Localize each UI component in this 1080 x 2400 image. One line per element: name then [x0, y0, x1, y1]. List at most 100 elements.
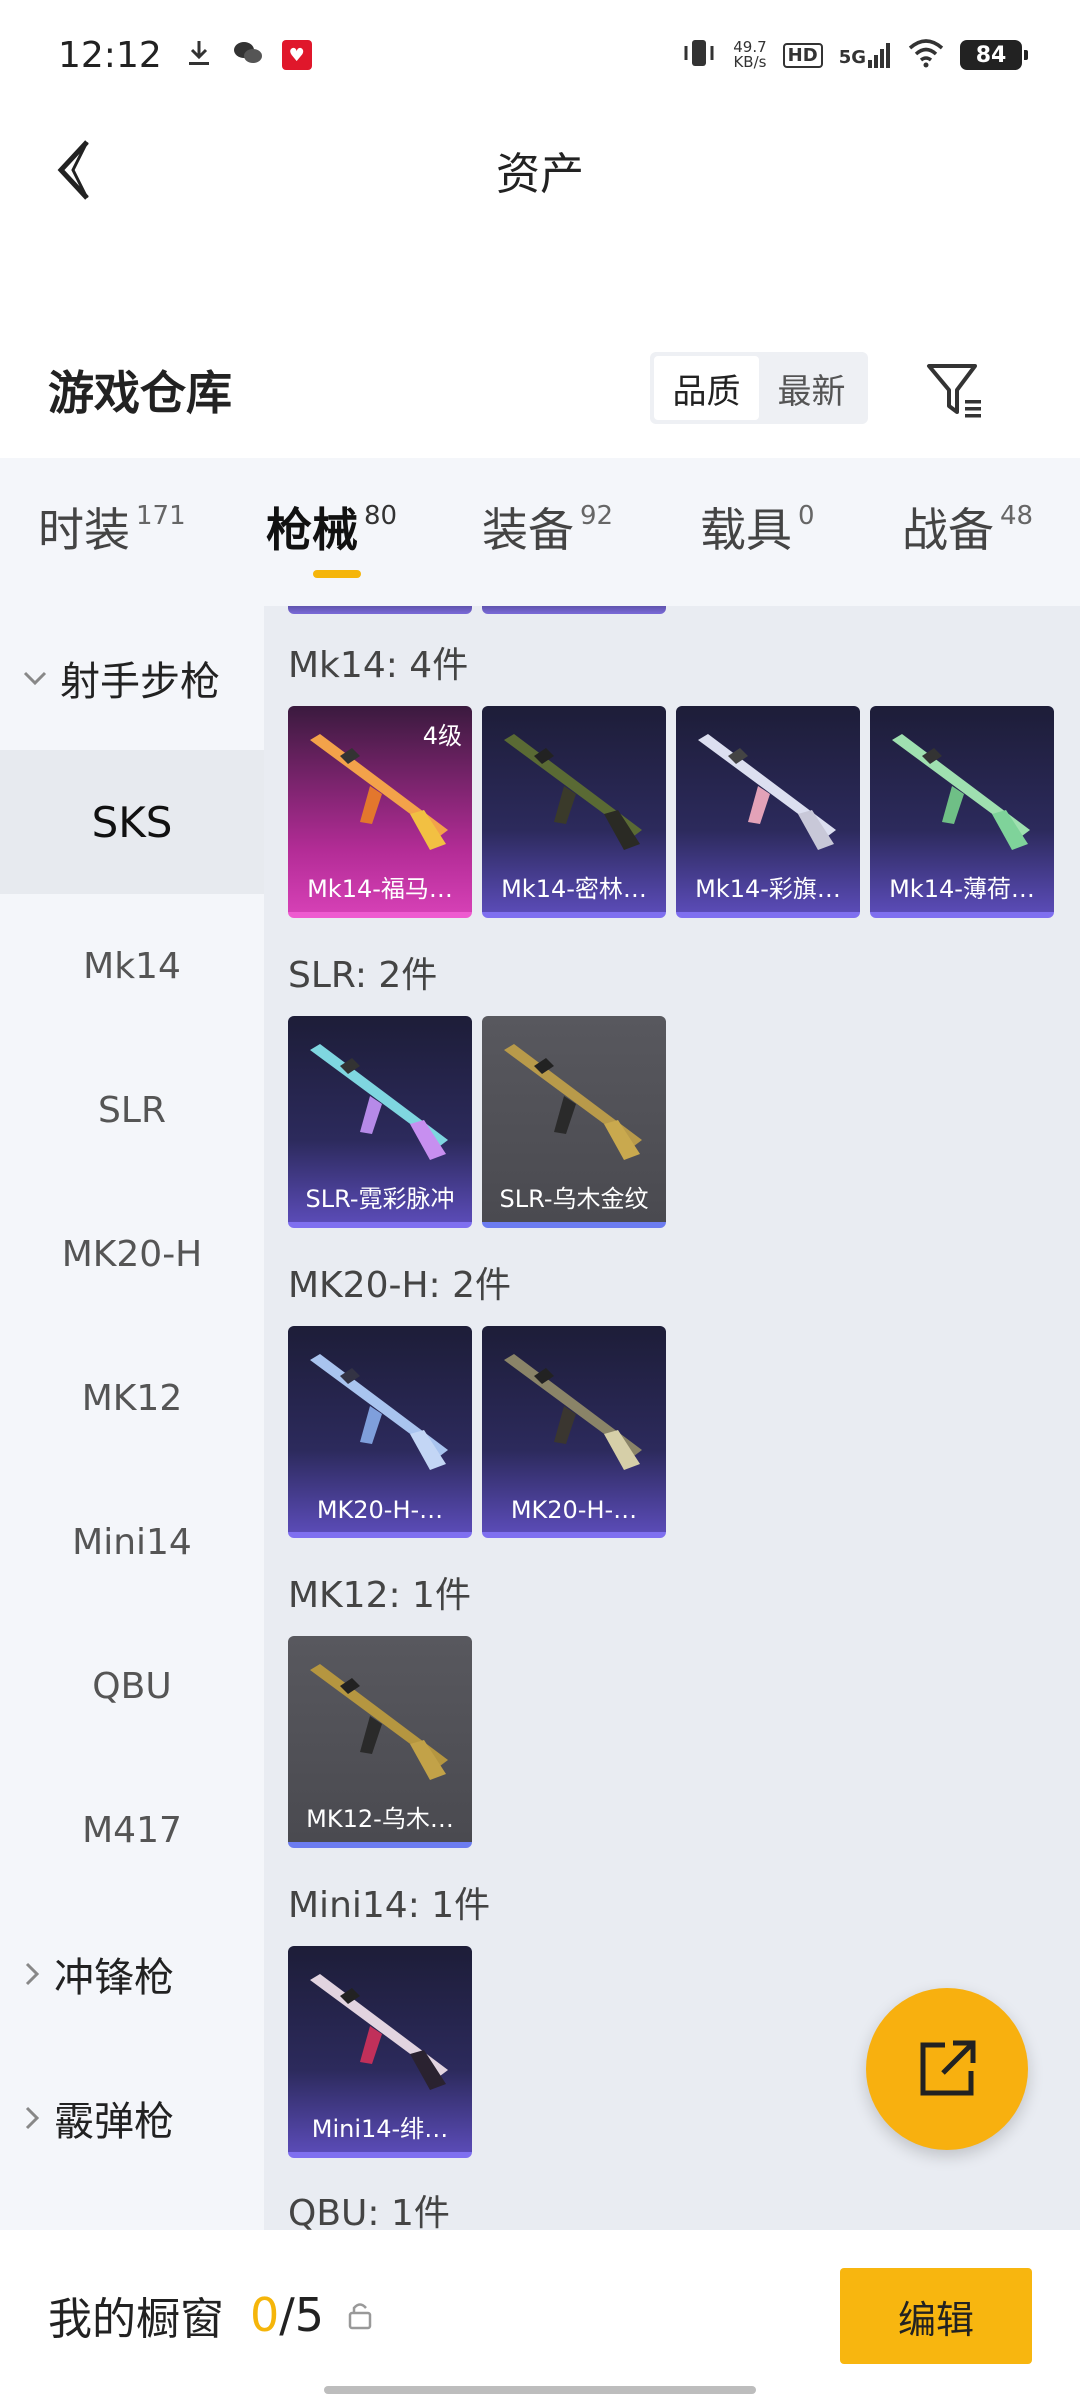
filter-button[interactable]: [920, 358, 990, 424]
battery-indicator: 84: [960, 40, 1028, 70]
rifle-icon: [504, 1354, 642, 1470]
tab-equipment[interactable]: 装备 92: [482, 494, 613, 560]
status-bar: 12:12 ♥ 49.7 KB/s HD 5G 84: [0, 0, 1080, 110]
weapon-card[interactable]: Mk14-密林…: [482, 706, 666, 918]
sidebar-group-shotguns[interactable]: 霰弹枪: [0, 2046, 264, 2190]
active-tab-indicator: [313, 570, 361, 578]
sidebar-group-marksman-rifles[interactable]: 射手步枪: [0, 606, 264, 750]
tab-supplies[interactable]: 战备 48: [902, 494, 1033, 560]
rifle-icon: [504, 1044, 642, 1160]
weapon-card[interactable]: Mk14-彩旗…: [676, 706, 860, 918]
tab-fashion[interactable]: 时装 171: [38, 494, 186, 560]
share-icon: [920, 2040, 976, 2096]
section-label-mini14: Mini14: 1件: [288, 1885, 491, 1926]
weapon-card[interactable]: Mk14-薄荷…: [870, 706, 1054, 918]
download-icon: [184, 38, 214, 72]
chevron-right-icon: [22, 1961, 42, 1987]
status-time: 12:12: [58, 34, 162, 76]
sort-option-latest[interactable]: 最新: [759, 356, 864, 420]
section-label-mk12: MK12: 1件: [288, 1575, 471, 1616]
section-cards-slr: SLR-霓彩脉冲 SLR-乌木金纹: [288, 1016, 666, 1228]
weapon-card[interactable]: MK20-H-…: [288, 1326, 472, 1538]
weapon-name: SLR-霓彩脉冲: [305, 1185, 455, 1213]
weapon-name: Mk14-密林…: [501, 875, 647, 903]
chevron-down-icon: [22, 668, 48, 688]
sort-toggle: 品质 最新: [650, 352, 868, 424]
filter-icon: [927, 364, 981, 418]
weapon-list: Mk14: 4件 4级 Mk14-福马… Mk14-密林… Mk14-彩旗… M…: [264, 606, 1080, 2230]
back-arrow-icon: [57, 140, 89, 200]
sidebar-group-label: 霰弹枪: [54, 2099, 174, 2145]
sidebar-group-label: 冲锋枪: [54, 1955, 174, 2001]
storage-header: 游戏仓库 品质 最新: [0, 330, 1080, 450]
sidebar-item-sks[interactable]: SKS: [0, 750, 264, 894]
section-cards-mk20h: MK20-H-… MK20-H-…: [288, 1326, 666, 1538]
sidebar-item-mk14[interactable]: Mk14: [0, 894, 264, 1038]
rifle-icon: [892, 734, 1030, 850]
sidebar-item-mini14[interactable]: Mini14: [0, 1470, 264, 1614]
weapon-category-sidebar: 射手步枪 SKS Mk14 SLR MK20-H MK12 Mini14 QBU…: [0, 606, 264, 2230]
previous-row-peek: [288, 606, 666, 614]
weapon-card-partial[interactable]: [288, 606, 472, 614]
weapon-card[interactable]: SLR-霓彩脉冲: [288, 1016, 472, 1228]
net-speed: 49.7 KB/s: [733, 38, 767, 71]
weapon-name: Mini14-绯…: [311, 2115, 449, 2143]
weapon-card[interactable]: 4级 Mk14-福马…: [288, 706, 472, 918]
sidebar-group-smg[interactable]: 冲锋枪: [0, 1902, 264, 2046]
weapon-name: MK20-H-…: [316, 1496, 444, 1524]
hd-badge: HD: [782, 42, 823, 68]
rifle-icon: [310, 1974, 448, 2090]
sidebar-item-mk12[interactable]: MK12: [0, 1326, 264, 1470]
tab-guns[interactable]: 枪械 80: [266, 494, 397, 560]
weapon-card[interactable]: Mini14-绯…: [288, 1946, 472, 2158]
sidebar-item-m417[interactable]: M417: [0, 1758, 264, 1902]
weapon-card[interactable]: MK20-H-…: [482, 1326, 666, 1538]
status-right-icons: 49.7 KB/s HD 5G 84: [681, 37, 1028, 73]
edit-button[interactable]: 编辑: [840, 2268, 1032, 2364]
sidebar-item-mk20h[interactable]: MK20-H: [0, 1182, 264, 1326]
status-left-icons: ♥: [184, 38, 312, 72]
section-cards-mk14: 4级 Mk14-福马… Mk14-密林… Mk14-彩旗… Mk14-薄荷…: [288, 706, 1054, 918]
sort-option-quality[interactable]: 品质: [654, 356, 759, 420]
weapon-card[interactable]: MK12-乌木…: [288, 1636, 472, 1848]
home-indicator[interactable]: [324, 2386, 756, 2394]
rifle-icon: [698, 734, 836, 850]
signal-5g-icon: 5G: [839, 42, 892, 68]
back-button[interactable]: [40, 132, 110, 208]
sidebar-item-slr[interactable]: SLR: [0, 1038, 264, 1182]
sidebar-group-label: 射手步枪: [60, 659, 220, 705]
section-label-mk14: Mk14: 4件: [288, 645, 469, 686]
vibrate-icon: [681, 37, 717, 73]
weapon-level-badge: 4级: [422, 722, 462, 750]
weapon-card-partial[interactable]: [482, 606, 666, 614]
share-fab-button[interactable]: [866, 1988, 1028, 2150]
wifi-icon: [908, 38, 944, 72]
app-notification-icon: ♥: [281, 40, 312, 70]
showcase-bar: 我的橱窗 0/5 编辑: [0, 2230, 1080, 2400]
page-title: 资产: [496, 149, 584, 200]
sidebar-item-qbu[interactable]: QBU: [0, 1614, 264, 1758]
weapon-name: MK20-H-…: [510, 1496, 638, 1524]
rifle-icon: [310, 1664, 448, 1780]
tab-vehicles[interactable]: 载具 0: [700, 494, 815, 560]
section-label-qbu: QBU: 1件: [288, 2193, 450, 2230]
showcase-title: 我的橱窗: [48, 2294, 224, 2345]
rifle-icon: [504, 734, 642, 850]
weapon-name: Mk14-彩旗…: [695, 875, 841, 903]
chevron-right-icon: [22, 2105, 42, 2131]
showcase-count: 0/5: [250, 2288, 325, 2342]
weapon-name: Mk14-福马…: [307, 875, 453, 903]
weapon-name: SLR-乌木金纹: [499, 1185, 649, 1213]
section-label-mk20h: MK20-H: 2件: [288, 1265, 512, 1306]
lock-icon: [346, 2300, 374, 2330]
weapon-name: MK12-乌木…: [306, 1805, 454, 1833]
weapon-card[interactable]: SLR-乌木金纹: [482, 1016, 666, 1228]
weapon-name: Mk14-薄荷…: [889, 875, 1035, 903]
section-cards-mini14: Mini14-绯…: [288, 1946, 472, 2158]
storage-title: 游戏仓库: [48, 366, 232, 420]
wechat-icon: [232, 38, 264, 72]
section-label-slr: SLR: 2件: [288, 955, 438, 996]
rifle-icon: [310, 1354, 448, 1470]
section-cards-mk12: MK12-乌木…: [288, 1636, 472, 1848]
rifle-icon: [310, 1044, 448, 1160]
